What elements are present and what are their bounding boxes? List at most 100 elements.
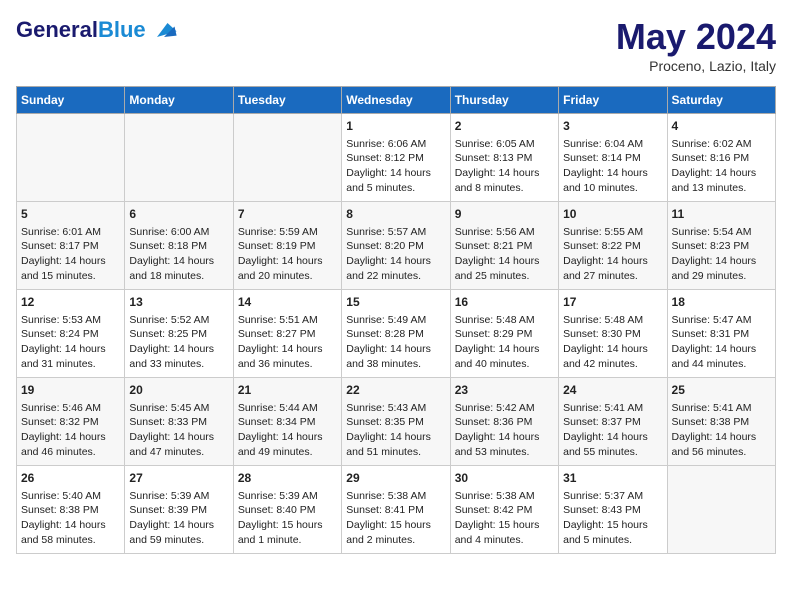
calendar-week-5: 26Sunrise: 5:40 AMSunset: 8:38 PMDayligh… [17,466,776,554]
day-info: Sunrise: 5:53 AM [21,313,120,328]
day-info: Daylight: 14 hours [129,518,228,533]
day-info: Sunset: 8:31 PM [672,327,771,342]
calendar-table: SundayMondayTuesdayWednesdayThursdayFrid… [16,86,776,554]
day-info: Sunrise: 5:59 AM [238,225,337,240]
day-info: Sunrise: 5:46 AM [21,401,120,416]
day-info: Daylight: 14 hours [238,430,337,445]
day-number: 18 [672,294,771,311]
calendar-cell: 24Sunrise: 5:41 AMSunset: 8:37 PMDayligh… [559,378,667,466]
calendar-cell: 7Sunrise: 5:59 AMSunset: 8:19 PMDaylight… [233,202,341,290]
header-tuesday: Tuesday [233,87,341,114]
day-info: Sunset: 8:34 PM [238,415,337,430]
day-info: and 13 minutes. [672,181,771,196]
day-info: Daylight: 14 hours [238,342,337,357]
calendar-header-row: SundayMondayTuesdayWednesdayThursdayFrid… [17,87,776,114]
day-info: Sunset: 8:30 PM [563,327,662,342]
day-info: Sunset: 8:14 PM [563,151,662,166]
calendar-cell: 25Sunrise: 5:41 AMSunset: 8:38 PMDayligh… [667,378,775,466]
calendar-cell [17,114,125,202]
day-info: and 46 minutes. [21,445,120,460]
day-info: and 36 minutes. [238,357,337,372]
day-number: 31 [563,470,662,487]
day-info: Sunrise: 5:40 AM [21,489,120,504]
day-info: Daylight: 14 hours [563,430,662,445]
day-info: Sunrise: 5:38 AM [455,489,554,504]
calendar-cell: 19Sunrise: 5:46 AMSunset: 8:32 PMDayligh… [17,378,125,466]
day-info: and 51 minutes. [346,445,445,460]
day-info: Sunrise: 6:05 AM [455,137,554,152]
day-info: and 22 minutes. [346,269,445,284]
day-info: Daylight: 14 hours [346,430,445,445]
day-info: Sunset: 8:42 PM [455,503,554,518]
day-info: Daylight: 14 hours [346,254,445,269]
day-info: Sunset: 8:40 PM [238,503,337,518]
day-info: Sunrise: 5:55 AM [563,225,662,240]
day-info: Sunrise: 6:01 AM [21,225,120,240]
day-info: and 8 minutes. [455,181,554,196]
day-info: Daylight: 14 hours [672,430,771,445]
day-number: 14 [238,294,337,311]
day-info: Daylight: 14 hours [672,342,771,357]
day-info: Sunset: 8:18 PM [129,239,228,254]
day-info: Daylight: 14 hours [672,254,771,269]
day-info: Sunset: 8:33 PM [129,415,228,430]
calendar-cell: 18Sunrise: 5:47 AMSunset: 8:31 PMDayligh… [667,290,775,378]
day-info: Daylight: 14 hours [455,430,554,445]
day-info: Sunset: 8:22 PM [563,239,662,254]
day-info: and 42 minutes. [563,357,662,372]
calendar-cell: 23Sunrise: 5:42 AMSunset: 8:36 PMDayligh… [450,378,558,466]
calendar-cell: 14Sunrise: 5:51 AMSunset: 8:27 PMDayligh… [233,290,341,378]
day-number: 27 [129,470,228,487]
day-info: Sunrise: 5:54 AM [672,225,771,240]
day-info: Daylight: 14 hours [21,342,120,357]
day-info: and 15 minutes. [21,269,120,284]
page-header: GeneralBlue May 2024 Proceno, Lazio, Ita… [16,16,776,74]
calendar-cell: 26Sunrise: 5:40 AMSunset: 8:38 PMDayligh… [17,466,125,554]
day-number: 23 [455,382,554,399]
header-wednesday: Wednesday [342,87,450,114]
day-info: Sunrise: 5:41 AM [563,401,662,416]
day-info: and 56 minutes. [672,445,771,460]
day-number: 11 [672,206,771,223]
day-info: and 5 minutes. [346,181,445,196]
calendar-cell: 12Sunrise: 5:53 AMSunset: 8:24 PMDayligh… [17,290,125,378]
day-info: and 47 minutes. [129,445,228,460]
day-info: Daylight: 14 hours [21,430,120,445]
day-info: Sunset: 8:37 PM [563,415,662,430]
calendar-week-2: 5Sunrise: 6:01 AMSunset: 8:17 PMDaylight… [17,202,776,290]
day-number: 15 [346,294,445,311]
day-info: Sunset: 8:43 PM [563,503,662,518]
calendar-cell [667,466,775,554]
day-info: and 10 minutes. [563,181,662,196]
day-info: Sunrise: 6:00 AM [129,225,228,240]
day-info: Sunrise: 5:48 AM [455,313,554,328]
calendar-cell: 13Sunrise: 5:52 AMSunset: 8:25 PMDayligh… [125,290,233,378]
day-info: and 18 minutes. [129,269,228,284]
calendar-cell: 29Sunrise: 5:38 AMSunset: 8:41 PMDayligh… [342,466,450,554]
day-info: Daylight: 14 hours [672,166,771,181]
calendar-cell: 28Sunrise: 5:39 AMSunset: 8:40 PMDayligh… [233,466,341,554]
day-info: Sunrise: 5:39 AM [129,489,228,504]
day-info: Sunrise: 5:48 AM [563,313,662,328]
calendar-week-1: 1Sunrise: 6:06 AMSunset: 8:12 PMDaylight… [17,114,776,202]
day-info: Sunrise: 5:45 AM [129,401,228,416]
calendar-cell: 10Sunrise: 5:55 AMSunset: 8:22 PMDayligh… [559,202,667,290]
header-friday: Friday [559,87,667,114]
day-info: Daylight: 14 hours [346,166,445,181]
day-info: Daylight: 14 hours [455,342,554,357]
day-info: Sunset: 8:21 PM [455,239,554,254]
calendar-cell: 9Sunrise: 5:56 AMSunset: 8:21 PMDaylight… [450,202,558,290]
day-number: 26 [21,470,120,487]
day-info: and 4 minutes. [455,533,554,548]
day-info: and 49 minutes. [238,445,337,460]
day-info: Sunrise: 5:44 AM [238,401,337,416]
day-info: Daylight: 14 hours [346,342,445,357]
day-info: Daylight: 15 hours [238,518,337,533]
month-title: May 2024 [616,16,776,58]
day-info: Sunrise: 6:02 AM [672,137,771,152]
day-number: 28 [238,470,337,487]
day-info: Sunset: 8:27 PM [238,327,337,342]
day-info: Sunrise: 5:37 AM [563,489,662,504]
day-number: 9 [455,206,554,223]
day-info: and 53 minutes. [455,445,554,460]
